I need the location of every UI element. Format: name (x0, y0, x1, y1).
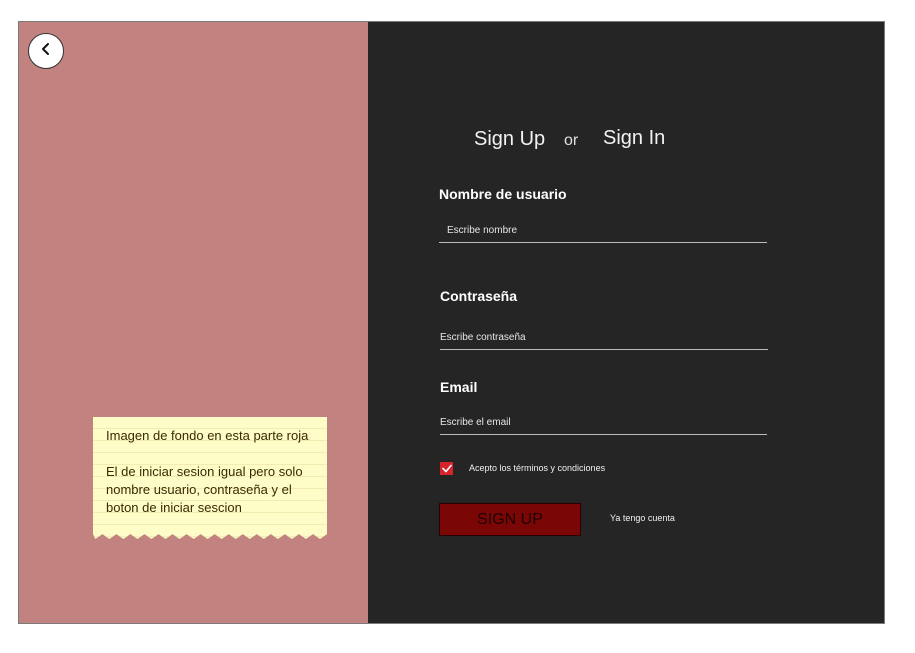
have-account-link[interactable]: Ya tengo cuenta (610, 513, 675, 523)
tab-separator: or (564, 132, 579, 149)
username-field[interactable] (439, 219, 767, 243)
tab-sign-in[interactable]: Sign In (603, 127, 665, 150)
username-label: Nombre de usuario (439, 186, 567, 202)
terms-label: Acepto los términos y condiciones (469, 463, 606, 473)
sign-up-button[interactable]: SIGN UP (439, 503, 581, 536)
chevron-left-icon (40, 42, 52, 61)
note-line-1: Imagen de fondo en esta parte roja (106, 428, 309, 443)
sticky-note: Imagen de fondo en esta parte roja El de… (93, 417, 327, 539)
form-panel: Sign Up or Sign In Nombre de usuario Con… (368, 22, 884, 623)
email-label: Email (440, 379, 478, 395)
background-image-panel: Imagen de fondo en esta parte roja El de… (19, 22, 368, 623)
app-frame: Imagen de fondo en esta parte roja El de… (18, 21, 885, 624)
terms-checkbox[interactable] (440, 462, 453, 475)
tab-sign-up[interactable]: Sign Up (474, 128, 545, 151)
note-line-2: El de iniciar sesion igual pero solo nom… (106, 464, 303, 515)
back-button[interactable] (28, 33, 64, 69)
check-icon (441, 460, 452, 478)
password-field[interactable] (440, 326, 768, 350)
password-label: Contraseña (440, 288, 518, 304)
email-field[interactable] (440, 411, 767, 435)
